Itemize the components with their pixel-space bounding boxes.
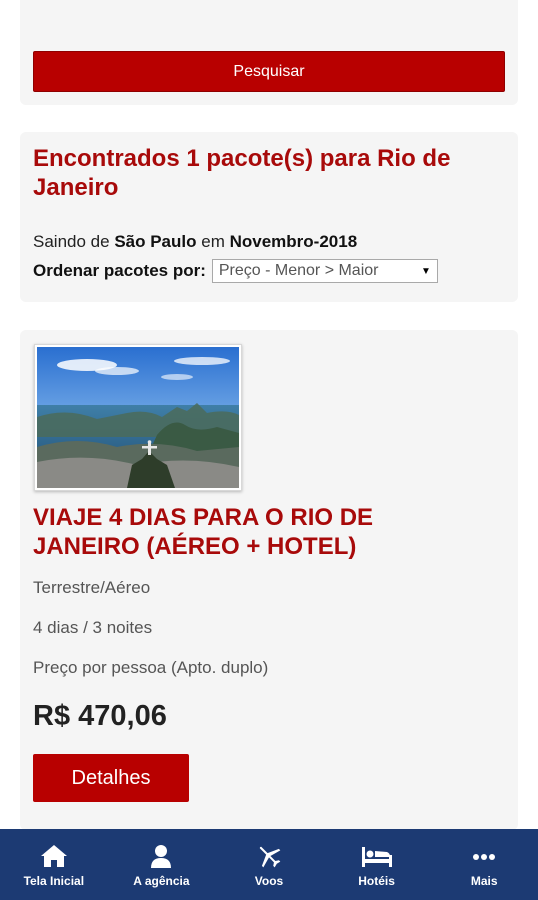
more-icon <box>473 854 496 860</box>
dropdown-caret-icon: ▼ <box>420 265 431 277</box>
nav-label-hotels: Hotéis <box>358 874 395 888</box>
package-transport: Terrestre/Aéreo <box>33 578 151 597</box>
sort-row: Ordenar pacotes por: Preço - Menor > Mai… <box>33 259 438 283</box>
plane-icon <box>259 846 281 868</box>
nav-label-agency: A agência <box>133 874 190 888</box>
origin-city: São Paulo <box>114 232 197 251</box>
bed-icon <box>361 847 392 867</box>
nav-item-home[interactable]: Tela Inicial <box>0 829 108 900</box>
departure-info: Saindo de São Paulo em Novembro-2018 <box>33 232 357 252</box>
nav-item-more[interactable]: Mais <box>430 829 538 900</box>
package-title[interactable]: VIAJE 4 DIAS PARA O RIO DE JANEIRO (AÉRE… <box>33 503 473 561</box>
nav-item-flights[interactable]: Voos <box>215 829 323 900</box>
search-button[interactable]: Pesquisar <box>33 51 505 92</box>
home-icon <box>40 845 67 867</box>
nav-label-more: Mais <box>470 874 498 888</box>
user-icon <box>151 845 172 868</box>
sort-label: Ordenar pacotes por: <box>33 261 206 280</box>
results-card: Encontrados 1 pacote(s) para Rio de Jane… <box>20 132 518 302</box>
leaving-prefix: Saindo de <box>33 232 110 251</box>
bottom-navigation: Tela Inicial A agência Voos Hotéis Mais <box>0 829 538 900</box>
date-prefix: em <box>201 232 225 251</box>
search-card: Pesquisar <box>20 0 518 105</box>
nav-label-flights: Voos <box>254 874 284 888</box>
nav-item-agency[interactable]: A agência <box>108 829 216 900</box>
rio-de-janeiro-photo <box>37 347 239 488</box>
sort-value: Preço - Menor > Maior <box>218 262 379 279</box>
package-price-note: Preço por pessoa (Apto. duplo) <box>33 658 269 677</box>
details-button[interactable]: Detalhes <box>33 754 189 802</box>
departure-month: Novembro-2018 <box>229 232 358 251</box>
package-duration: 4 dias / 3 noites <box>33 618 153 637</box>
package-card: VIAJE 4 DIAS PARA O RIO DE JANEIRO (AÉRE… <box>20 330 518 830</box>
results-title: Encontrados 1 pacote(s) para Rio de Jane… <box>33 145 451 201</box>
nav-label-home: Tela Inicial <box>23 874 85 888</box>
nav-item-hotels[interactable]: Hotéis <box>323 829 431 900</box>
package-price: R$ 470,06 <box>33 700 167 732</box>
sort-select[interactable]: Preço - Menor > Maior ▼ <box>211 259 438 283</box>
package-image[interactable] <box>34 344 242 491</box>
